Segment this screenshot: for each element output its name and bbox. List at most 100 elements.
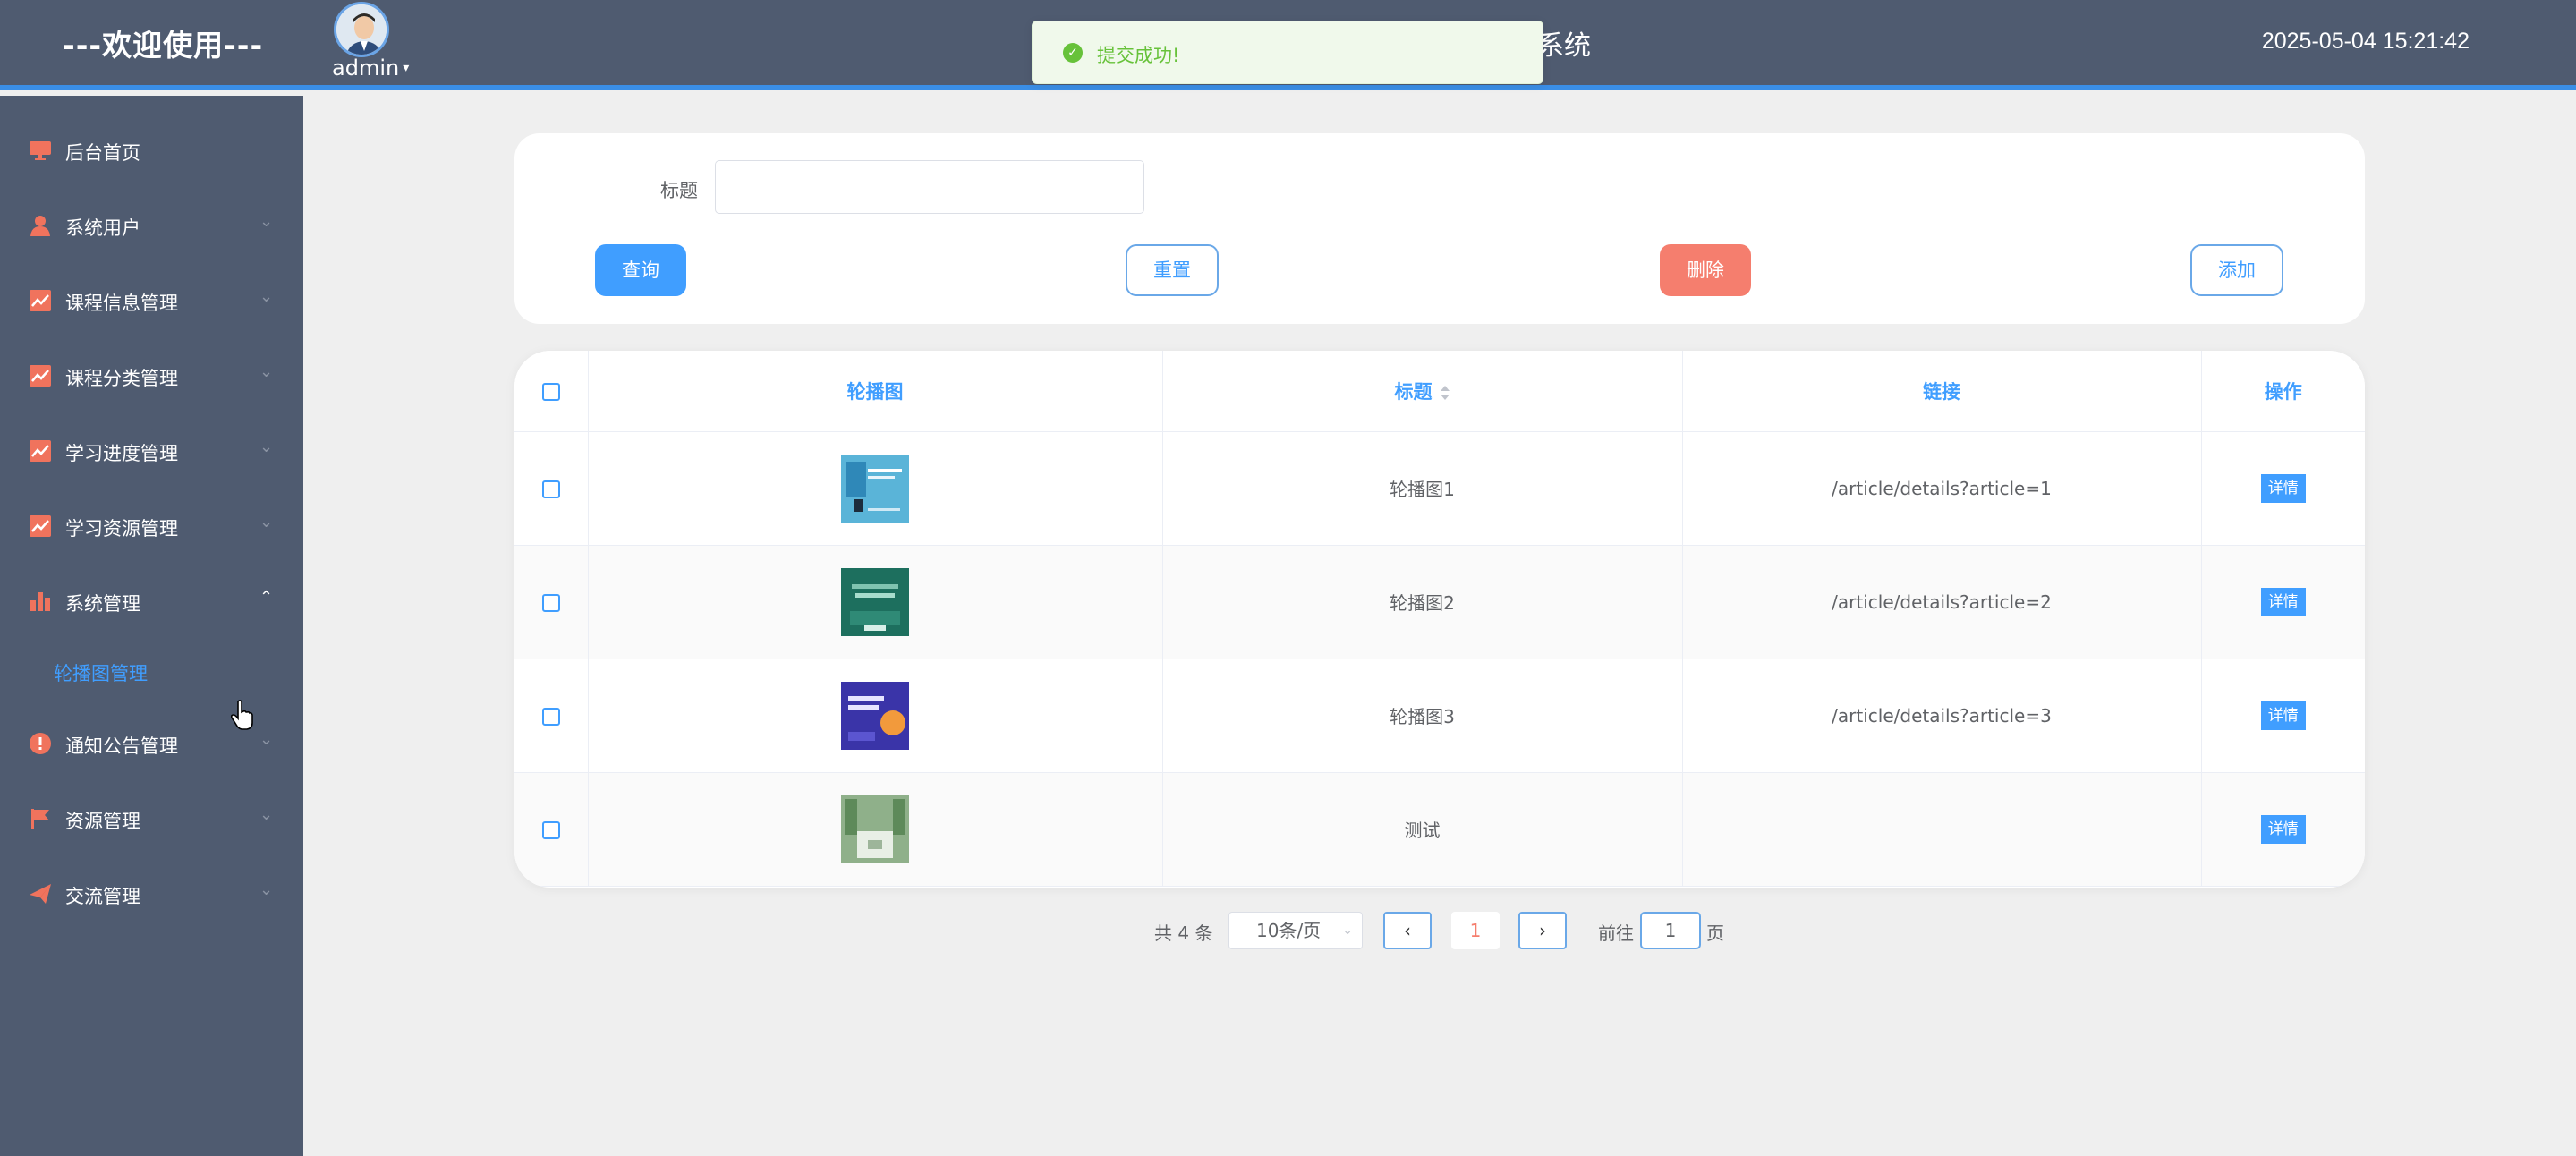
title-filter-input[interactable] <box>715 160 1144 214</box>
send-icon <box>30 884 51 904</box>
table-row: 轮播图2 /article/details?article=2 详情 <box>514 545 2365 659</box>
delete-button[interactable]: 删除 <box>1660 244 1751 296</box>
chevron-down-icon: ▾ <box>403 61 410 75</box>
page-size-value: 10条/页 <box>1256 920 1322 941</box>
column-header-title[interactable]: 标题 <box>1162 351 1683 432</box>
row-checkbox[interactable] <box>541 821 560 839</box>
chevron-down-icon: ⌄ <box>259 880 274 899</box>
flag-icon <box>31 809 49 829</box>
pagination-total: 共 4 条 <box>1154 922 1213 944</box>
detail-button[interactable]: 详情 <box>2260 701 2306 730</box>
table-row: 轮播图1 /article/details?article=1 详情 <box>514 431 2365 546</box>
query-button[interactable]: 查询 <box>595 244 686 296</box>
search-panel: 标题 查询 重置 删除 添加 <box>514 133 2365 324</box>
sidebar-item-users[interactable]: 系统用户 ⌄ <box>0 194 303 257</box>
select-all-checkbox[interactable] <box>541 382 560 401</box>
prev-page-button[interactable]: ‹ <box>1383 912 1432 949</box>
row-link: /article/details?article=2 <box>1682 545 2202 659</box>
sidebar-item-home[interactable]: 后台首页 <box>0 119 303 182</box>
page-suffix-label: 页 <box>1706 922 1724 944</box>
chevron-down-icon: ⌄ <box>259 513 274 531</box>
sidebar: 后台首页 系统用户 ⌄ 课程信息管理 ⌄ 课程分类管理 ⌄ 学习进度管理 ⌄ 学… <box>0 96 303 1156</box>
chart-line-icon <box>30 440 51 462</box>
column-header-title-label: 标题 <box>1394 380 1433 403</box>
sidebar-item-notices[interactable]: 通知公告管理 ⌄ <box>0 712 303 775</box>
detail-button[interactable]: 详情 <box>2260 473 2306 503</box>
sidebar-item-system[interactable]: 系统管理 ⌃ <box>0 570 303 633</box>
row-title: 测试 <box>1162 772 1683 887</box>
sidebar-item-course-info[interactable]: 课程信息管理 ⌄ <box>0 269 303 332</box>
row-title: 轮播图3 <box>1162 659 1683 773</box>
sidebar-item-resources[interactable]: 学习资源管理 ⌄ <box>0 495 303 557</box>
success-toast: ✓ 提交成功! <box>1032 21 1543 84</box>
reset-button[interactable]: 重置 <box>1126 244 1219 296</box>
chevron-right-icon: › <box>1539 920 1546 941</box>
sidebar-item-label: 课程信息管理 <box>65 293 178 314</box>
user-menu[interactable]: admin ▾ <box>332 55 409 81</box>
row-link: /article/details?article=3 <box>1682 659 2202 773</box>
system-title: 系统 <box>1537 30 1591 62</box>
row-checkbox[interactable] <box>541 594 560 612</box>
sidebar-item-progress[interactable]: 学习进度管理 ⌄ <box>0 420 303 482</box>
column-header-image: 轮播图 <box>588 351 1163 432</box>
chevron-down-icon: ⌄ <box>259 730 274 749</box>
page-size-select[interactable]: 10条/页 ⌄ <box>1228 912 1363 949</box>
sidebar-item-label: 学习资源管理 <box>65 518 178 540</box>
username: admin <box>332 55 400 81</box>
chart-line-icon <box>30 515 51 537</box>
sidebar-item-label: 系统用户 <box>65 217 140 239</box>
user-icon <box>30 216 50 236</box>
toast-message: 提交成功! <box>1097 45 1180 66</box>
monitor-icon <box>30 141 51 160</box>
sidebar-item-resource-manage[interactable]: 资源管理 ⌄ <box>0 787 303 850</box>
table-row: 测试 详情 <box>514 772 2365 887</box>
sidebar-item-label: 通知公告管理 <box>65 735 178 757</box>
carousel-thumbnail[interactable] <box>841 681 909 750</box>
sidebar-subitem-label: 轮播图管理 <box>54 663 148 684</box>
chevron-down-icon: ⌄ <box>259 287 274 306</box>
table-row: 轮播图3 /article/details?article=3 详情 <box>514 659 2365 773</box>
chevron-down-icon: ⌄ <box>259 805 274 824</box>
detail-button[interactable]: 详情 <box>2260 587 2306 616</box>
column-header-link: 链接 <box>1682 351 2202 432</box>
sidebar-item-label: 交流管理 <box>65 886 140 907</box>
row-link: /article/details?article=1 <box>1682 431 2202 546</box>
sidebar-item-communication[interactable]: 交流管理 ⌄ <box>0 863 303 925</box>
chevron-down-icon: ⌄ <box>259 362 274 381</box>
chart-line-icon <box>30 290 51 311</box>
carousel-thumbnail[interactable] <box>841 567 909 636</box>
chevron-down-icon: ⌄ <box>259 212 274 231</box>
sort-icon[interactable] <box>1440 385 1450 401</box>
page-number[interactable]: 1 <box>1451 912 1500 949</box>
detail-button[interactable]: 详情 <box>2260 814 2306 844</box>
page-jump-input[interactable]: 1 <box>1640 912 1701 949</box>
next-page-button[interactable]: › <box>1518 912 1567 949</box>
sidebar-item-label: 资源管理 <box>65 811 140 832</box>
sidebar-subitem-carousel[interactable]: 轮播图管理 <box>0 643 303 697</box>
sidebar-item-label: 系统管理 <box>65 593 140 615</box>
chart-line-icon <box>30 365 51 387</box>
check-circle-icon: ✓ <box>1063 43 1083 63</box>
carousel-table: 轮播图 标题 链接 操作 轮播图1 /article/details?artic… <box>514 351 2365 888</box>
carousel-thumbnail[interactable] <box>841 795 909 863</box>
datetime: 2025-05-04 15:21:42 <box>2261 29 2470 54</box>
sidebar-item-label: 课程分类管理 <box>65 368 178 389</box>
sidebar-item-label: 学习进度管理 <box>65 443 178 464</box>
add-button[interactable]: 添加 <box>2190 244 2283 296</box>
hand-cursor-icon <box>231 700 253 730</box>
chevron-up-icon: ⌃ <box>259 588 274 607</box>
sidebar-item-course-category[interactable]: 课程分类管理 ⌄ <box>0 344 303 407</box>
avatar[interactable] <box>334 2 389 57</box>
welcome-text: ---欢迎使用--- <box>63 28 264 63</box>
row-title: 轮播图2 <box>1162 545 1683 659</box>
goto-label: 前往 <box>1598 922 1634 944</box>
carousel-thumbnail[interactable] <box>841 454 909 523</box>
chevron-down-icon: ⌄ <box>1342 923 1353 938</box>
info-icon <box>30 733 51 754</box>
bar-chart-icon <box>30 592 50 611</box>
row-checkbox[interactable] <box>541 480 560 498</box>
row-checkbox[interactable] <box>541 708 560 726</box>
sidebar-item-label: 后台首页 <box>65 142 140 164</box>
title-filter-label: 标题 <box>660 180 698 201</box>
row-link <box>1682 772 2202 887</box>
